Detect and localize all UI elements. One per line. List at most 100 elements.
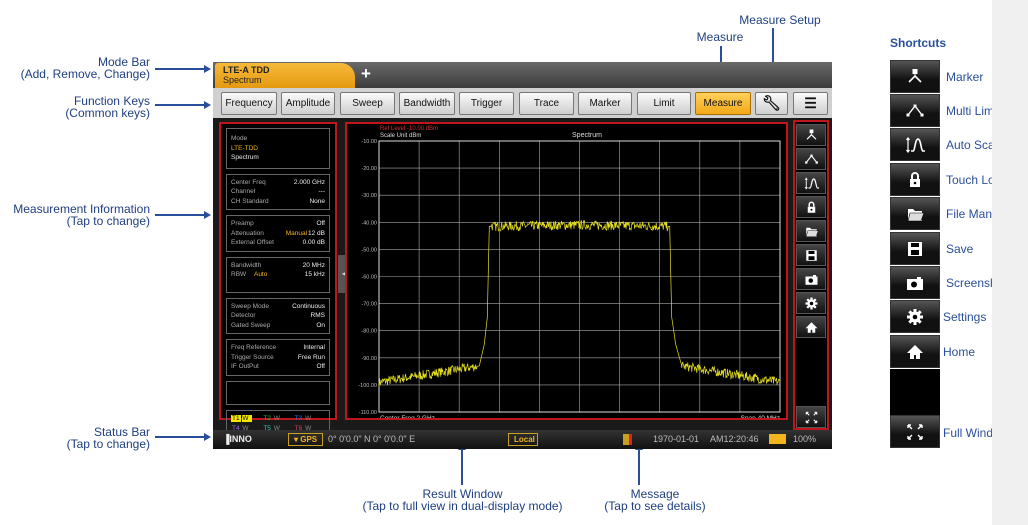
info-row: Attenuation Manual 12 dB: [231, 229, 325, 237]
y-tick-label: -10.00: [361, 139, 377, 145]
multi-limit-button[interactable]: [796, 148, 826, 170]
shortcut-folder[interactable]: [890, 197, 940, 230]
shortcut-lock[interactable]: [890, 163, 940, 196]
fkey-bandwidth[interactable]: Bandwidth: [399, 92, 455, 115]
info-group[interactable]: Bandwidth 20 MHz RBW Auto 15 kHz: [226, 256, 330, 293]
measure-setup-button[interactable]: 🔧︎: [755, 92, 788, 115]
fkey-measure[interactable]: Measure: [695, 92, 751, 115]
save-icon: [805, 249, 817, 261]
save-icon: [908, 241, 922, 256]
y-tick-label: -80.00: [361, 329, 377, 335]
y-tick-label: -40.00: [361, 220, 377, 226]
fkey-amplitude[interactable]: Amplitude: [281, 92, 335, 115]
mode-box[interactable]: Mode LTE-TDD Spectrum: [226, 128, 330, 169]
y-tick-label: -60.00: [361, 275, 377, 281]
local-badge[interactable]: Local: [508, 433, 538, 446]
fkey-sweep[interactable]: Sweep: [340, 92, 395, 115]
callout-message: Message (Tap to see details): [604, 487, 706, 513]
measurement-info-panel[interactable]: Mode LTE-TDD Spectrum Center Freq 2.000 G…: [219, 122, 337, 438]
shortcut-camera[interactable]: [890, 266, 940, 299]
trace-t2[interactable]: T2 W: [262, 414, 293, 424]
message-icon[interactable]: [623, 434, 632, 445]
trace-t3[interactable]: T3 W: [294, 414, 325, 424]
y-tick-label: -70.00: [361, 302, 377, 308]
full-window-button[interactable]: [796, 406, 826, 428]
lock-button[interactable]: [796, 196, 826, 218]
fkey-marker[interactable]: Marker: [578, 92, 632, 115]
marker-button[interactable]: [796, 124, 826, 146]
callout-measure-setup: Measure Setup: [739, 13, 821, 27]
chart-title: Spectrum: [572, 132, 602, 139]
analyzer-screen: LTE-A TDD Spectrum + 🔧︎ ☰ Frequency Amplit…: [213, 62, 832, 449]
auto-scale-button[interactable]: [796, 172, 826, 194]
marker-icon: [806, 129, 816, 140]
save-button[interactable]: [796, 244, 826, 266]
gear-button[interactable]: [796, 292, 826, 314]
fkey-frequency[interactable]: Frequency: [221, 92, 277, 115]
inno-logo: ▐INNO: [223, 434, 252, 444]
battery-level: 100%: [793, 434, 817, 444]
info-group[interactable]: Sweep Mode Continuous Detector RMS Gated Swe…: [226, 297, 330, 334]
folder-icon: [805, 227, 819, 237]
info-row: Detector RMS: [231, 312, 325, 319]
add-mode-button[interactable]: +: [361, 64, 371, 84]
info-group[interactable]: Preamp Off Attenuation Manual 12 dB External…: [226, 215, 330, 252]
info-row: RBW Auto 15 kHz: [231, 271, 325, 278]
camera-icon: [907, 276, 923, 290]
multi-limit-icon: [804, 154, 818, 164]
lock-icon: [807, 201, 815, 213]
marker-icon: [908, 68, 922, 83]
fkey-limit[interactable]: Limit: [637, 92, 691, 115]
gps-badge[interactable]: ▾ GPS: [288, 433, 324, 446]
battery-icon: [769, 434, 786, 444]
mode-tab[interactable]: LTE-A TDD Spectrum: [215, 63, 355, 88]
auto-scale-icon: [804, 177, 819, 189]
shortcut-label: Save: [946, 242, 974, 256]
list-icon: ☰: [804, 95, 817, 111]
folder-button[interactable]: [796, 220, 826, 242]
shortcut-gear[interactable]: [890, 300, 940, 333]
shortcut-save[interactable]: [890, 232, 940, 265]
trace-t1[interactable]: T1 W: [231, 414, 262, 424]
arrow: [155, 104, 205, 106]
arrow: [461, 447, 463, 485]
callout-status-bar: Status Bar (Tap to change): [66, 425, 150, 451]
arrow: [155, 68, 205, 70]
multi-limit-icon: [906, 104, 924, 116]
scale-unit: Scale Unit dBm: [380, 133, 421, 139]
info-row: Freq Reference Internal: [231, 344, 325, 351]
gear-icon: [805, 297, 817, 309]
callout-measure: Measure: [696, 30, 744, 44]
info-group[interactable]: Freq Reference Internal Trigger Source Free…: [226, 339, 330, 376]
gps-coords: 0° 0'0.0" N 0° 0'0.0" E: [328, 434, 416, 444]
shortcut-marker[interactable]: [890, 60, 940, 93]
info-row: Sweep Mode Continuous: [231, 302, 325, 310]
status-bar[interactable]: ▐INNO ▾ GPS 0° 0'0.0" N 0° 0'0.0" E Loca…: [213, 430, 832, 449]
shortcuts-title: Shortcuts: [890, 36, 947, 50]
gear-icon: [907, 308, 923, 325]
full-window-icon: [805, 411, 817, 423]
shortcut-home[interactable]: [890, 335, 940, 368]
info-row: Center Freq 2.000 GHz: [231, 178, 325, 186]
side-strip: [992, 0, 1028, 525]
function-keys: 🔧︎ ☰ Frequency Amplitude Sweep Bandwidth Tri…: [213, 88, 832, 118]
home-button[interactable]: [796, 316, 826, 338]
shortcut-multi-limit[interactable]: [890, 94, 940, 127]
info-row: Gated Sweep On: [231, 321, 325, 329]
ref-level: Ref Level -10.00 dBm: [380, 126, 438, 132]
menu-button[interactable]: ☰: [793, 92, 828, 115]
auto-scale-icon: [906, 136, 925, 153]
wrench-icon: 🔧︎: [761, 95, 782, 112]
fkey-trace[interactable]: Trace: [519, 92, 574, 115]
fkey-trigger[interactable]: Trigger: [459, 92, 514, 115]
mode-bar: LTE-A TDD Spectrum +: [213, 62, 832, 88]
shortcut-auto-scale[interactable]: [890, 128, 940, 161]
home-icon: [805, 321, 817, 333]
shortcut-column: [793, 120, 829, 430]
y-tick-label: -50.00: [361, 247, 377, 253]
shortcut-label: Marker: [946, 70, 984, 84]
result-window[interactable]: -10.00 -20.00 -30.00 -40.00 -50.00 -60.00 -70.…: [345, 122, 788, 426]
camera-button[interactable]: [796, 268, 826, 290]
shortcut-full-window[interactable]: [890, 415, 940, 448]
info-group[interactable]: Center Freq 2.000 GHz Channel --- CH Standar…: [226, 173, 330, 210]
